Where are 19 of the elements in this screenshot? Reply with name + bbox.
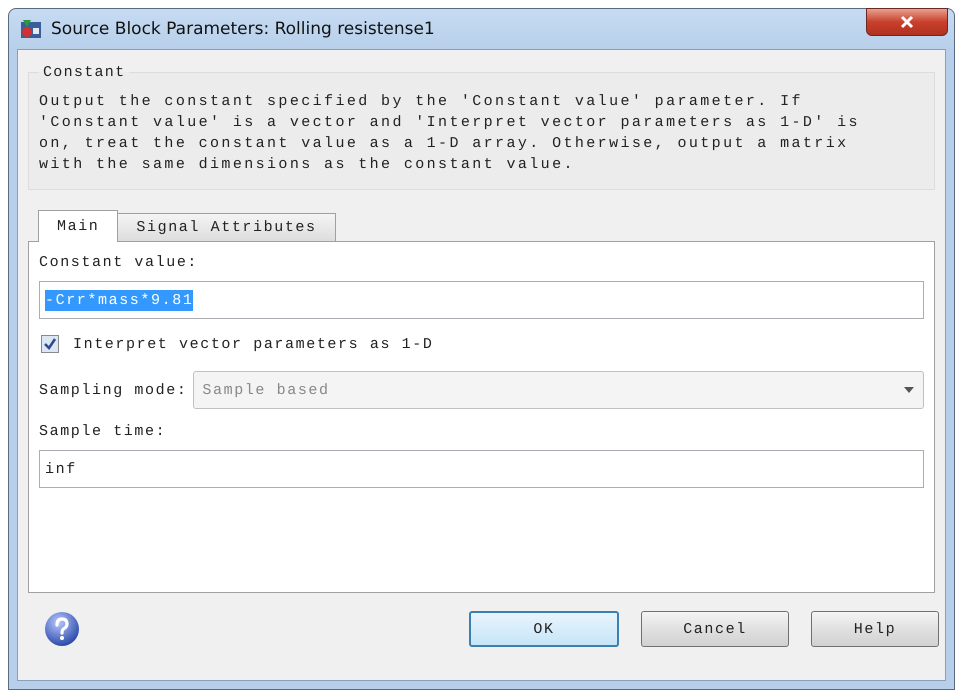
field-label: Sample time: — [39, 423, 168, 440]
field-label: Constant value: — [39, 254, 200, 271]
dialog-button[interactable]: Help — [811, 611, 939, 647]
tab[interactable]: Signal Attributes — [117, 213, 336, 241]
checkbox-label: Interpret vector parameters as 1-D — [73, 336, 434, 352]
dialog-button[interactable]: OK — [469, 611, 619, 647]
dialog-button[interactable]: Cancel — [641, 611, 789, 647]
block-diagram-icon — [19, 18, 43, 40]
input-field[interactable]: inf — [39, 450, 924, 488]
close-icon — [899, 15, 915, 29]
checkbox[interactable] — [41, 335, 59, 353]
description-text: Output the constant specified by the 'Constant value' parameter. If 'Constant value' is a vector and 'Interpret vector parameters as 1-D' is on, treat the constant value as a 1-D array. Otherwise, output a matrix with the same dimensions as the constant value. — [39, 92, 861, 175]
tab[interactable]: Main — [38, 210, 118, 242]
window-title: Source Block Parameters: Rolling resistense1 — [51, 19, 435, 39]
caret-icon — [903, 386, 915, 394]
close-button[interactable] — [866, 8, 948, 36]
help-icon[interactable] — [44, 611, 80, 647]
field-label: Sampling mode: — [39, 382, 188, 398]
group-title: Constant — [42, 64, 126, 81]
